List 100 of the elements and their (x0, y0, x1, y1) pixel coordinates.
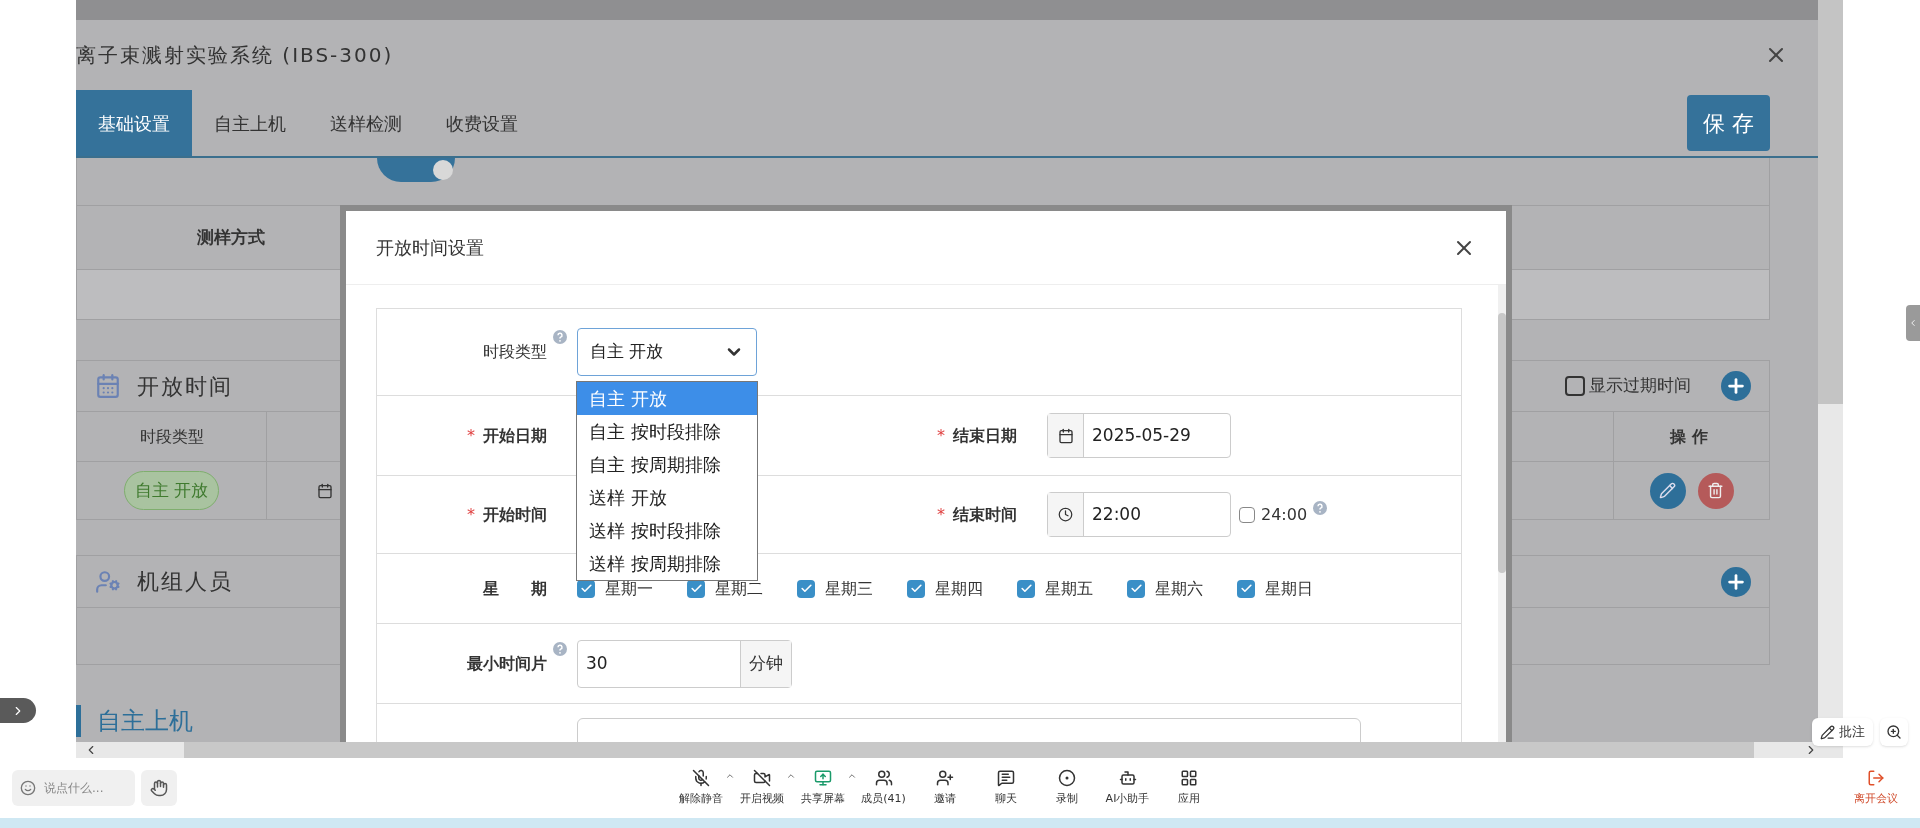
field-label: 最小时间片 (467, 652, 547, 675)
check-icon (1239, 582, 1253, 595)
required-mark: * (937, 503, 945, 526)
exit-icon (1867, 768, 1885, 787)
column-header: 时段类型 (77, 412, 267, 461)
scrollbar-thumb[interactable] (1818, 0, 1843, 404)
raise-hand-button[interactable] (141, 770, 177, 806)
dropdown-option[interactable]: 送样 开放 (577, 481, 757, 514)
date-input[interactable]: 2025-05-29 (1047, 413, 1231, 458)
toolbar-button[interactable]: 开启视频 (739, 768, 784, 808)
field-label: 星 期 (483, 577, 547, 600)
field-label: 开始时间 (483, 503, 547, 526)
checkbox[interactable] (1565, 376, 1585, 396)
hand-icon (150, 779, 168, 797)
checkbox-label: 星期日 (1265, 577, 1313, 600)
column-header: 操作 (1668, 425, 1715, 448)
toolbar-button[interactable]: AI小助手 (1105, 768, 1150, 808)
required-mark: * (937, 424, 945, 447)
checkbox-label: 星期二 (715, 577, 763, 600)
calendar-icon (317, 482, 333, 499)
add-button[interactable] (1721, 371, 1751, 401)
ai-icon (1118, 768, 1137, 787)
checkbox[interactable] (1239, 506, 1255, 523)
duration-input[interactable]: 30 分钟 (577, 639, 792, 688)
period-badge: 自主 开放 (123, 470, 220, 511)
save-button[interactable]: 保 存 (1687, 95, 1770, 151)
date-text-input[interactable]: 2025-05-29 (1084, 414, 1230, 457)
expand-button[interactable] (0, 698, 36, 723)
dialog-title: 开放时间设置 (376, 236, 484, 260)
help-icon (553, 641, 567, 656)
toggle-switch[interactable] (377, 158, 455, 182)
zoom-in-icon (1886, 724, 1902, 740)
checkbox-label: 星期六 (1155, 577, 1203, 600)
tab[interactable]: 自主上机 (192, 90, 308, 156)
share-icon (813, 768, 832, 787)
annotate-button[interactable]: 批注 (1812, 718, 1873, 746)
toolbar-button[interactable]: 共享屏幕 (800, 768, 845, 808)
section-heading: 自主上机 (97, 706, 193, 737)
toolbar-button[interactable]: 成员(41) (861, 768, 906, 808)
dropdown-option[interactable]: 自主 按周期排除 (577, 448, 757, 481)
tab[interactable]: 送样检测 (308, 90, 424, 156)
tab[interactable]: 收费设置 (424, 90, 540, 156)
chat-text-input[interactable]: 说点什么... (44, 779, 124, 797)
toolbar-button[interactable]: 聊天 (994, 768, 1017, 808)
add-button[interactable] (1721, 566, 1751, 597)
calendar-icon (95, 373, 121, 399)
toolbar-button[interactable]: 录制 (1055, 768, 1078, 808)
checkbox[interactable] (797, 579, 815, 598)
plus-icon (1725, 375, 1747, 397)
select-field[interactable]: 自主 开放 (577, 328, 757, 376)
edit-button[interactable] (1649, 472, 1686, 509)
pen-icon (1820, 724, 1835, 740)
window-title: 离子束溅射实验系统 (IBS-300) (76, 42, 394, 69)
checkbox-label: 星期四 (935, 577, 983, 600)
leave-meeting-button[interactable]: 离开会议 (1854, 768, 1898, 808)
checkbox-label: 星期一 (605, 577, 653, 600)
mic-icon (691, 768, 710, 787)
emoji-icon[interactable] (20, 780, 36, 796)
dropdown-option[interactable]: 送样 按时段排除 (577, 514, 757, 547)
section-title: 机组人员 (137, 568, 233, 596)
user-icon (95, 568, 121, 595)
pencil-icon (1659, 482, 1676, 499)
clock-icon (1058, 507, 1073, 522)
toolbar-button[interactable]: 解除静音 (678, 768, 723, 808)
field-label: 时段类型 (483, 341, 547, 363)
scrollbar-thumb[interactable] (1498, 313, 1506, 573)
check-icon (1019, 582, 1033, 595)
check-icon (799, 582, 813, 595)
checkbox[interactable] (1237, 579, 1255, 598)
apps-icon (1179, 768, 1198, 787)
checkbox[interactable] (1127, 579, 1145, 598)
field-label: 结束日期 (953, 424, 1017, 447)
checkbox[interactable] (907, 579, 925, 598)
checkbox-label: 24:00 (1261, 503, 1308, 526)
check-icon (579, 582, 593, 595)
dropdown-option[interactable]: 送样 按周期排除 (577, 547, 757, 580)
chat-icon (996, 768, 1015, 787)
field-label: 结束时间 (953, 503, 1017, 526)
toggle-knob (433, 160, 453, 180)
time-input[interactable]: 22:00 (1047, 492, 1231, 537)
calendar-icon (1057, 427, 1074, 444)
record-icon (1057, 768, 1076, 787)
zoom-button[interactable] (1880, 718, 1908, 746)
toolbar-button[interactable]: 应用 (1177, 768, 1200, 808)
checkbox[interactable] (1017, 579, 1035, 598)
help-icon (553, 330, 567, 344)
check-icon (689, 582, 703, 595)
invite-icon (935, 768, 954, 787)
toolbar-button[interactable]: 邀请 (933, 768, 956, 808)
dropdown-option[interactable]: 自主 按时段排除 (577, 415, 757, 448)
tab[interactable]: 基础设置 (76, 90, 192, 156)
delete-button[interactable] (1697, 472, 1734, 509)
time-text-input[interactable]: 22:00 (1084, 493, 1230, 536)
help-icon (1313, 500, 1328, 515)
members-icon (874, 768, 893, 787)
checkbox-label: 显示过期时间 (1589, 374, 1691, 398)
chat-input[interactable]: 说点什么... (12, 770, 135, 806)
duration-text-input[interactable]: 30 (578, 640, 740, 687)
heading-bar (76, 705, 81, 737)
checkbox-label: 星期三 (825, 577, 873, 600)
